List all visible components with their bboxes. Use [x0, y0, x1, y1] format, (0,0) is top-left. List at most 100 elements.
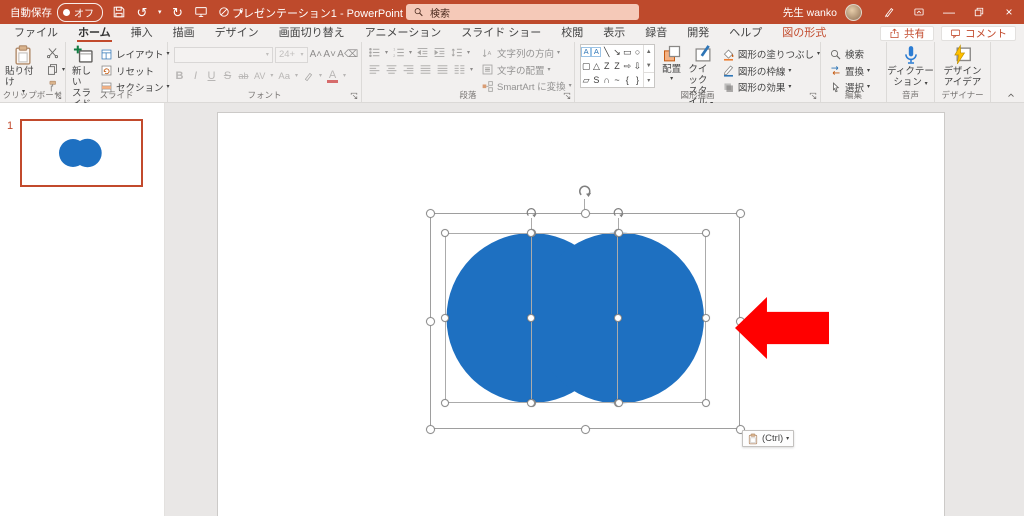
ribbon-tab[interactable]: 画面切り替え: [269, 24, 355, 42]
ribbon-display-options-icon[interactable]: [904, 0, 934, 24]
quick-styles-button[interactable]: クイック スタイル ▾: [688, 44, 716, 108]
selection-handle[interactable]: [614, 399, 623, 407]
underline-button[interactable]: U: [206, 70, 217, 82]
shape-gallery-item-text-box[interactable]: A: [581, 45, 592, 59]
design-ideas-button[interactable]: デザイン アイデア: [943, 44, 982, 90]
selection-handle[interactable]: [441, 229, 449, 237]
line-spacing-icon[interactable]: [450, 46, 463, 59]
italic-button[interactable]: I: [190, 70, 201, 82]
close-button[interactable]: ×: [994, 0, 1024, 24]
ribbon-tab[interactable]: スライド ショー: [451, 24, 551, 42]
reset-button[interactable]: リセット: [100, 64, 170, 78]
ribbon-tab[interactable]: 図の形式: [772, 24, 836, 42]
search-input[interactable]: 検索: [406, 4, 639, 20]
share-button[interactable]: 共有: [880, 26, 934, 41]
selection-handle[interactable]: [614, 314, 622, 322]
font-dialog-launcher-icon[interactable]: [349, 91, 359, 101]
gallery-scroll-down-icon[interactable]: ▼: [644, 59, 654, 73]
rotate-handle-icon[interactable]: [612, 206, 625, 219]
clear-format-icon[interactable]: A⌫: [337, 49, 358, 60]
selection-handle[interactable]: [702, 314, 710, 322]
justify-icon[interactable]: [419, 63, 432, 76]
ribbon-tab[interactable]: ホーム: [68, 24, 121, 42]
comments-button[interactable]: コメント: [941, 26, 1016, 41]
shape-gallery-item-curve[interactable]: ~: [612, 73, 622, 87]
selection-handle[interactable]: [614, 229, 623, 237]
align-left-icon[interactable]: [368, 63, 381, 76]
shape-gallery-item-isosceles-triangle[interactable]: △: [591, 59, 601, 73]
increase-font-icon[interactable]: A˄: [310, 49, 323, 60]
gallery-scroll-up-icon[interactable]: ▲: [644, 45, 654, 59]
columns-icon[interactable]: [453, 63, 466, 76]
selection-handle[interactable]: [527, 229, 535, 237]
ribbon-tab[interactable]: ファイル: [4, 24, 68, 42]
ribbon-tab[interactable]: 開発: [677, 24, 719, 42]
ribbon-tab[interactable]: 表示: [593, 24, 635, 42]
copy-icon[interactable]: [46, 63, 59, 76]
undo-dropdown-icon[interactable]: ▾: [158, 8, 162, 16]
clipboard-dialog-launcher-icon[interactable]: [53, 91, 63, 101]
dictation-button[interactable]: ディクテー ション ▾: [887, 44, 934, 90]
ribbon-tab[interactable]: ヘルプ: [719, 24, 772, 42]
restore-button[interactable]: [964, 0, 994, 24]
change-case-button[interactable]: Aa: [278, 71, 290, 82]
shape-gallery-item-block-arrow-down[interactable]: ⇩: [632, 59, 642, 73]
numbering-icon[interactable]: 12: [392, 46, 405, 59]
align-text-button[interactable]: 文字の配置 ▾: [481, 63, 572, 77]
shape-gallery-item-oval[interactable]: ○: [632, 45, 642, 59]
account-name[interactable]: 先生 wanko: [783, 5, 837, 20]
avatar[interactable]: [845, 3, 862, 21]
shape-gallery-item-arc[interactable]: ∩: [602, 73, 612, 87]
shape-gallery-item-left-brace[interactable]: {: [622, 73, 632, 87]
ribbon-tab[interactable]: 校閲: [551, 24, 593, 42]
selected-shapes[interactable]: [218, 113, 946, 516]
new-slide-button[interactable]: 新しい スライド ▾: [72, 44, 94, 120]
shape-gallery-item-freeform[interactable]: ▱: [581, 73, 591, 87]
redo-icon[interactable]: ↻: [171, 5, 185, 19]
selection-handle[interactable]: [441, 399, 449, 407]
minimize-button[interactable]: —: [934, 0, 964, 24]
strikethrough-button[interactable]: S: [222, 70, 233, 82]
decrease-font-icon[interactable]: A˅: [323, 49, 336, 60]
autosave-toggle[interactable]: 自動保存 オフ: [10, 2, 103, 22]
font-name-combo[interactable]: ▾: [174, 46, 273, 63]
selection-handle[interactable]: [580, 424, 590, 434]
align-right-icon[interactable]: [402, 63, 415, 76]
text-shadow-button[interactable]: ab: [238, 71, 249, 81]
ribbon-tab[interactable]: 挿入: [121, 24, 163, 42]
shape-gallery-item-rectangle[interactable]: ▭: [622, 45, 632, 59]
rotate-handle-icon[interactable]: [577, 183, 593, 199]
font-size-combo[interactable]: 24+ ▾: [274, 46, 308, 63]
replace-button[interactable]: 置換 ▾: [829, 64, 886, 78]
save-icon[interactable]: [112, 5, 126, 19]
selection-handle[interactable]: [580, 208, 590, 218]
selection-handle[interactable]: [527, 399, 535, 407]
shape-gallery-item-line-arrow[interactable]: ↘: [612, 45, 622, 59]
layout-button[interactable]: レイアウト ▾: [100, 47, 170, 61]
ribbon-tab[interactable]: 描画: [163, 24, 205, 42]
slide-thumbnail[interactable]: [20, 119, 143, 187]
selection-handle[interactable]: [735, 208, 745, 218]
distribute-icon[interactable]: [436, 63, 449, 76]
slideshow-icon[interactable]: [194, 5, 208, 19]
inking-icon[interactable]: [874, 0, 904, 24]
selection-handle[interactable]: [441, 314, 449, 322]
collapse-ribbon-icon[interactable]: [1005, 90, 1017, 100]
arrange-button[interactable]: 配置 ▾: [660, 44, 684, 90]
bullets-icon[interactable]: [368, 46, 381, 59]
pen-mode-icon[interactable]: [217, 5, 231, 19]
cut-icon[interactable]: [46, 46, 59, 59]
paste-options-button[interactable]: (Ctrl) ▾: [742, 430, 795, 447]
text-direction-button[interactable]: A 文字列の方向 ▾: [481, 46, 572, 60]
highlight-color-icon[interactable]: [303, 71, 314, 82]
ribbon-tab[interactable]: デザイン: [205, 24, 269, 42]
drawing-dialog-launcher-icon[interactable]: [808, 91, 818, 101]
gallery-more-icon[interactable]: ▾: [643, 72, 654, 87]
selection-handle[interactable]: [425, 424, 435, 434]
shape-gallery-item-vertical-text-box[interactable]: A: [591, 45, 602, 59]
paste-button[interactable]: 貼り付け ▾: [5, 44, 42, 95]
ribbon-tab[interactable]: 録音: [635, 24, 677, 42]
increase-indent-icon[interactable]: [433, 46, 446, 59]
shape-gallery-item-block-arrow-right[interactable]: ⇨: [622, 59, 632, 73]
bold-button[interactable]: B: [174, 70, 185, 82]
